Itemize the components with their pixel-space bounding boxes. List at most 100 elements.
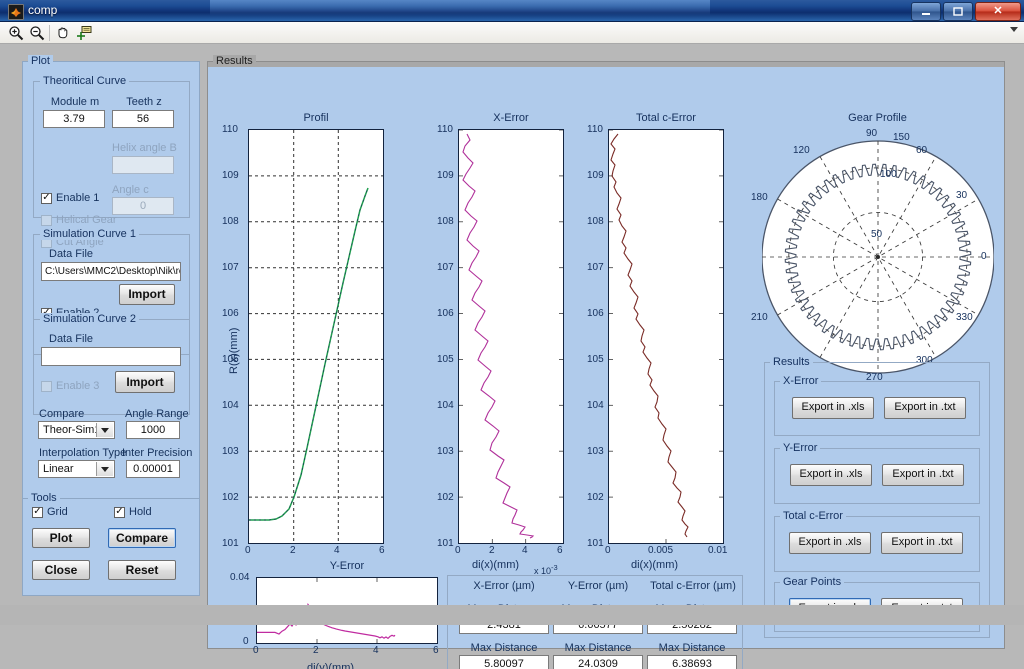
close-icon: ✕ <box>993 5 1003 17</box>
sim2-data-file-input[interactable] <box>41 347 181 366</box>
hold-label: Hold <box>129 506 152 518</box>
profil-xtick: 4 <box>334 545 340 556</box>
data-cursor-icon[interactable] <box>74 24 94 42</box>
x-error-chart-title: X-Error <box>493 112 529 124</box>
interpolation-select-value: Linear <box>43 463 74 475</box>
export-txt-button-x-error[interactable]: Export in .txt <box>884 397 966 419</box>
stats-max-label-y-error: Max Distance <box>564 642 632 654</box>
x-error-ytick: 103 <box>437 446 454 457</box>
x-error-xtick: 2 <box>489 545 495 556</box>
x-error-ytick: 102 <box>437 492 454 503</box>
total-c-error-ytick: 108 <box>587 216 604 227</box>
total-c-error-axes[interactable] <box>608 129 724 544</box>
sim2-import-button[interactable]: Import <box>115 371 175 393</box>
x-error-ytick: 101 <box>437 538 454 549</box>
profil-ytick: 101 <box>222 538 239 549</box>
close-button[interactable]: ✕ <box>975 2 1021 21</box>
compare-label: Compare <box>39 408 85 420</box>
export-group-title-x-error: X-Error <box>780 375 822 387</box>
export-xls-button-y-error[interactable]: Export in .xls <box>790 464 872 486</box>
y-error-ytick: 0.04 <box>230 572 250 583</box>
close-tool-button[interactable]: Close <box>32 560 90 580</box>
total-c-error-ytick: 110 <box>587 124 603 135</box>
chevron-down-icon <box>96 462 113 476</box>
x-error-ytick: 107 <box>437 262 454 273</box>
minimize-button[interactable] <box>911 2 941 21</box>
y-error-ytick: 0 <box>243 636 249 647</box>
total-c-error-ytick: 106 <box>587 308 604 319</box>
module-input[interactable]: 3.79 <box>43 110 105 128</box>
y-error-xtick: 4 <box>373 645 379 656</box>
helical-gear-checkbox[interactable]: Helical Gear <box>41 214 117 226</box>
gear-angle-tick: 30 <box>956 190 968 201</box>
compare-button[interactable]: Compare <box>108 528 176 548</box>
stats-max-value-y-error: 24.0309 <box>553 655 643 669</box>
figure-canvas: Plot Theoritical Curve Module m 3.79 Tee… <box>0 44 1024 669</box>
total-c-error-ytick: 104 <box>587 400 604 411</box>
total-c-error-chart-title: Total c-Error <box>636 112 696 124</box>
sim1-data-file-input[interactable]: C:\Users\MMC2\Desktop\Nik\roug <box>41 262 181 281</box>
enable-1-checkbox[interactable]: ✓ Enable 1 <box>41 192 99 204</box>
profil-xtick: 2 <box>290 545 296 556</box>
total-c-error-xtick: 0.005 <box>648 545 674 556</box>
total-c-error-xtick: 0.01 <box>708 545 728 556</box>
compare-select[interactable]: Theor-Sim1 <box>38 421 115 439</box>
gear-angle-tick: 180 <box>751 192 768 203</box>
module-label: Module m <box>50 96 100 108</box>
export-xls-button-x-error[interactable]: Export in .xls <box>792 397 874 419</box>
reset-button[interactable]: Reset <box>108 560 176 580</box>
gear-angle-tick: 120 <box>793 145 810 156</box>
gear-angle-tick: 90 <box>866 128 878 139</box>
helix-angle-input[interactable] <box>112 156 174 174</box>
profil-plot-svg <box>249 130 383 543</box>
profil-ytick: 104 <box>222 400 239 411</box>
enable-3-checkbox[interactable]: Enable 3 <box>41 380 99 392</box>
stats-max-label-x-error: Max Distance <box>470 642 538 654</box>
export-txt-button-total-c-error[interactable]: Export in .txt <box>881 532 963 554</box>
window-title: comp <box>28 3 58 17</box>
helix-angle-label: Helix angle B <box>112 142 177 154</box>
inter-precision-input[interactable]: 0.00001 <box>126 460 180 478</box>
enable-1-label: Enable 1 <box>56 192 100 204</box>
gear-profile-chart-title: Gear Profile <box>848 112 907 124</box>
toolbar-overflow-icon[interactable] <box>1010 27 1018 32</box>
zoom-in-icon[interactable] <box>6 24 26 42</box>
x-error-plot-svg <box>459 130 563 543</box>
stats-title-x-error: X-Error (µm) <box>473 580 535 592</box>
profil-ytick: 109 <box>222 170 239 181</box>
x-error-xlabel: di(x)(mm) <box>472 559 520 571</box>
teeth-input[interactable]: 56 <box>112 110 174 128</box>
grid-checkbox[interactable]: ✓ Grid <box>32 506 68 518</box>
gear-angle-tick: 60 <box>916 145 928 156</box>
export-txt-button-y-error[interactable]: Export in .txt <box>882 464 964 486</box>
gear-profile-axes[interactable] <box>762 124 994 389</box>
checkbox-box <box>41 214 52 226</box>
export-group-title-gear-points: Gear Points <box>780 576 845 588</box>
y-error-xtick: 6 <box>433 645 439 656</box>
angle-range-input[interactable]: 1000 <box>126 421 180 439</box>
theoretical-curve-title: Theoritical Curve <box>40 75 130 87</box>
application-window: comp ✕ Plot Theoritical Curve Module m 3… <box>0 0 1024 669</box>
interpolation-select[interactable]: Linear <box>38 460 115 478</box>
plot-button[interactable]: Plot <box>32 528 90 548</box>
y-error-chart-title: Y-Error <box>329 560 365 572</box>
profil-ytick: 105 <box>222 354 239 365</box>
angle-c-input[interactable]: 0 <box>112 197 174 215</box>
maximize-button[interactable] <box>943 2 973 21</box>
total-c-error-ytick: 102 <box>587 492 604 503</box>
profil-axes[interactable] <box>248 129 384 544</box>
pan-hand-icon[interactable] <box>53 24 73 42</box>
angle-c-label: Angle c <box>112 184 149 196</box>
stats-title-y-error: Y-Error (µm) <box>567 580 629 592</box>
export-xls-button-total-c-error[interactable]: Export in .xls <box>789 532 871 554</box>
profil-xtick: 0 <box>245 545 251 556</box>
x-error-axes[interactable] <box>458 129 564 544</box>
zoom-out-icon[interactable] <box>27 24 47 42</box>
x-error-ytick: 104 <box>437 400 454 411</box>
x-error-ytick: 108 <box>437 216 454 227</box>
gear-angle-tick: 210 <box>751 312 768 323</box>
total-c-error-plot-svg <box>609 130 723 543</box>
x-error-xtick: 6 <box>557 545 563 556</box>
hold-checkbox[interactable]: ✓ Hold <box>114 506 152 518</box>
sim1-import-button[interactable]: Import <box>119 284 175 305</box>
